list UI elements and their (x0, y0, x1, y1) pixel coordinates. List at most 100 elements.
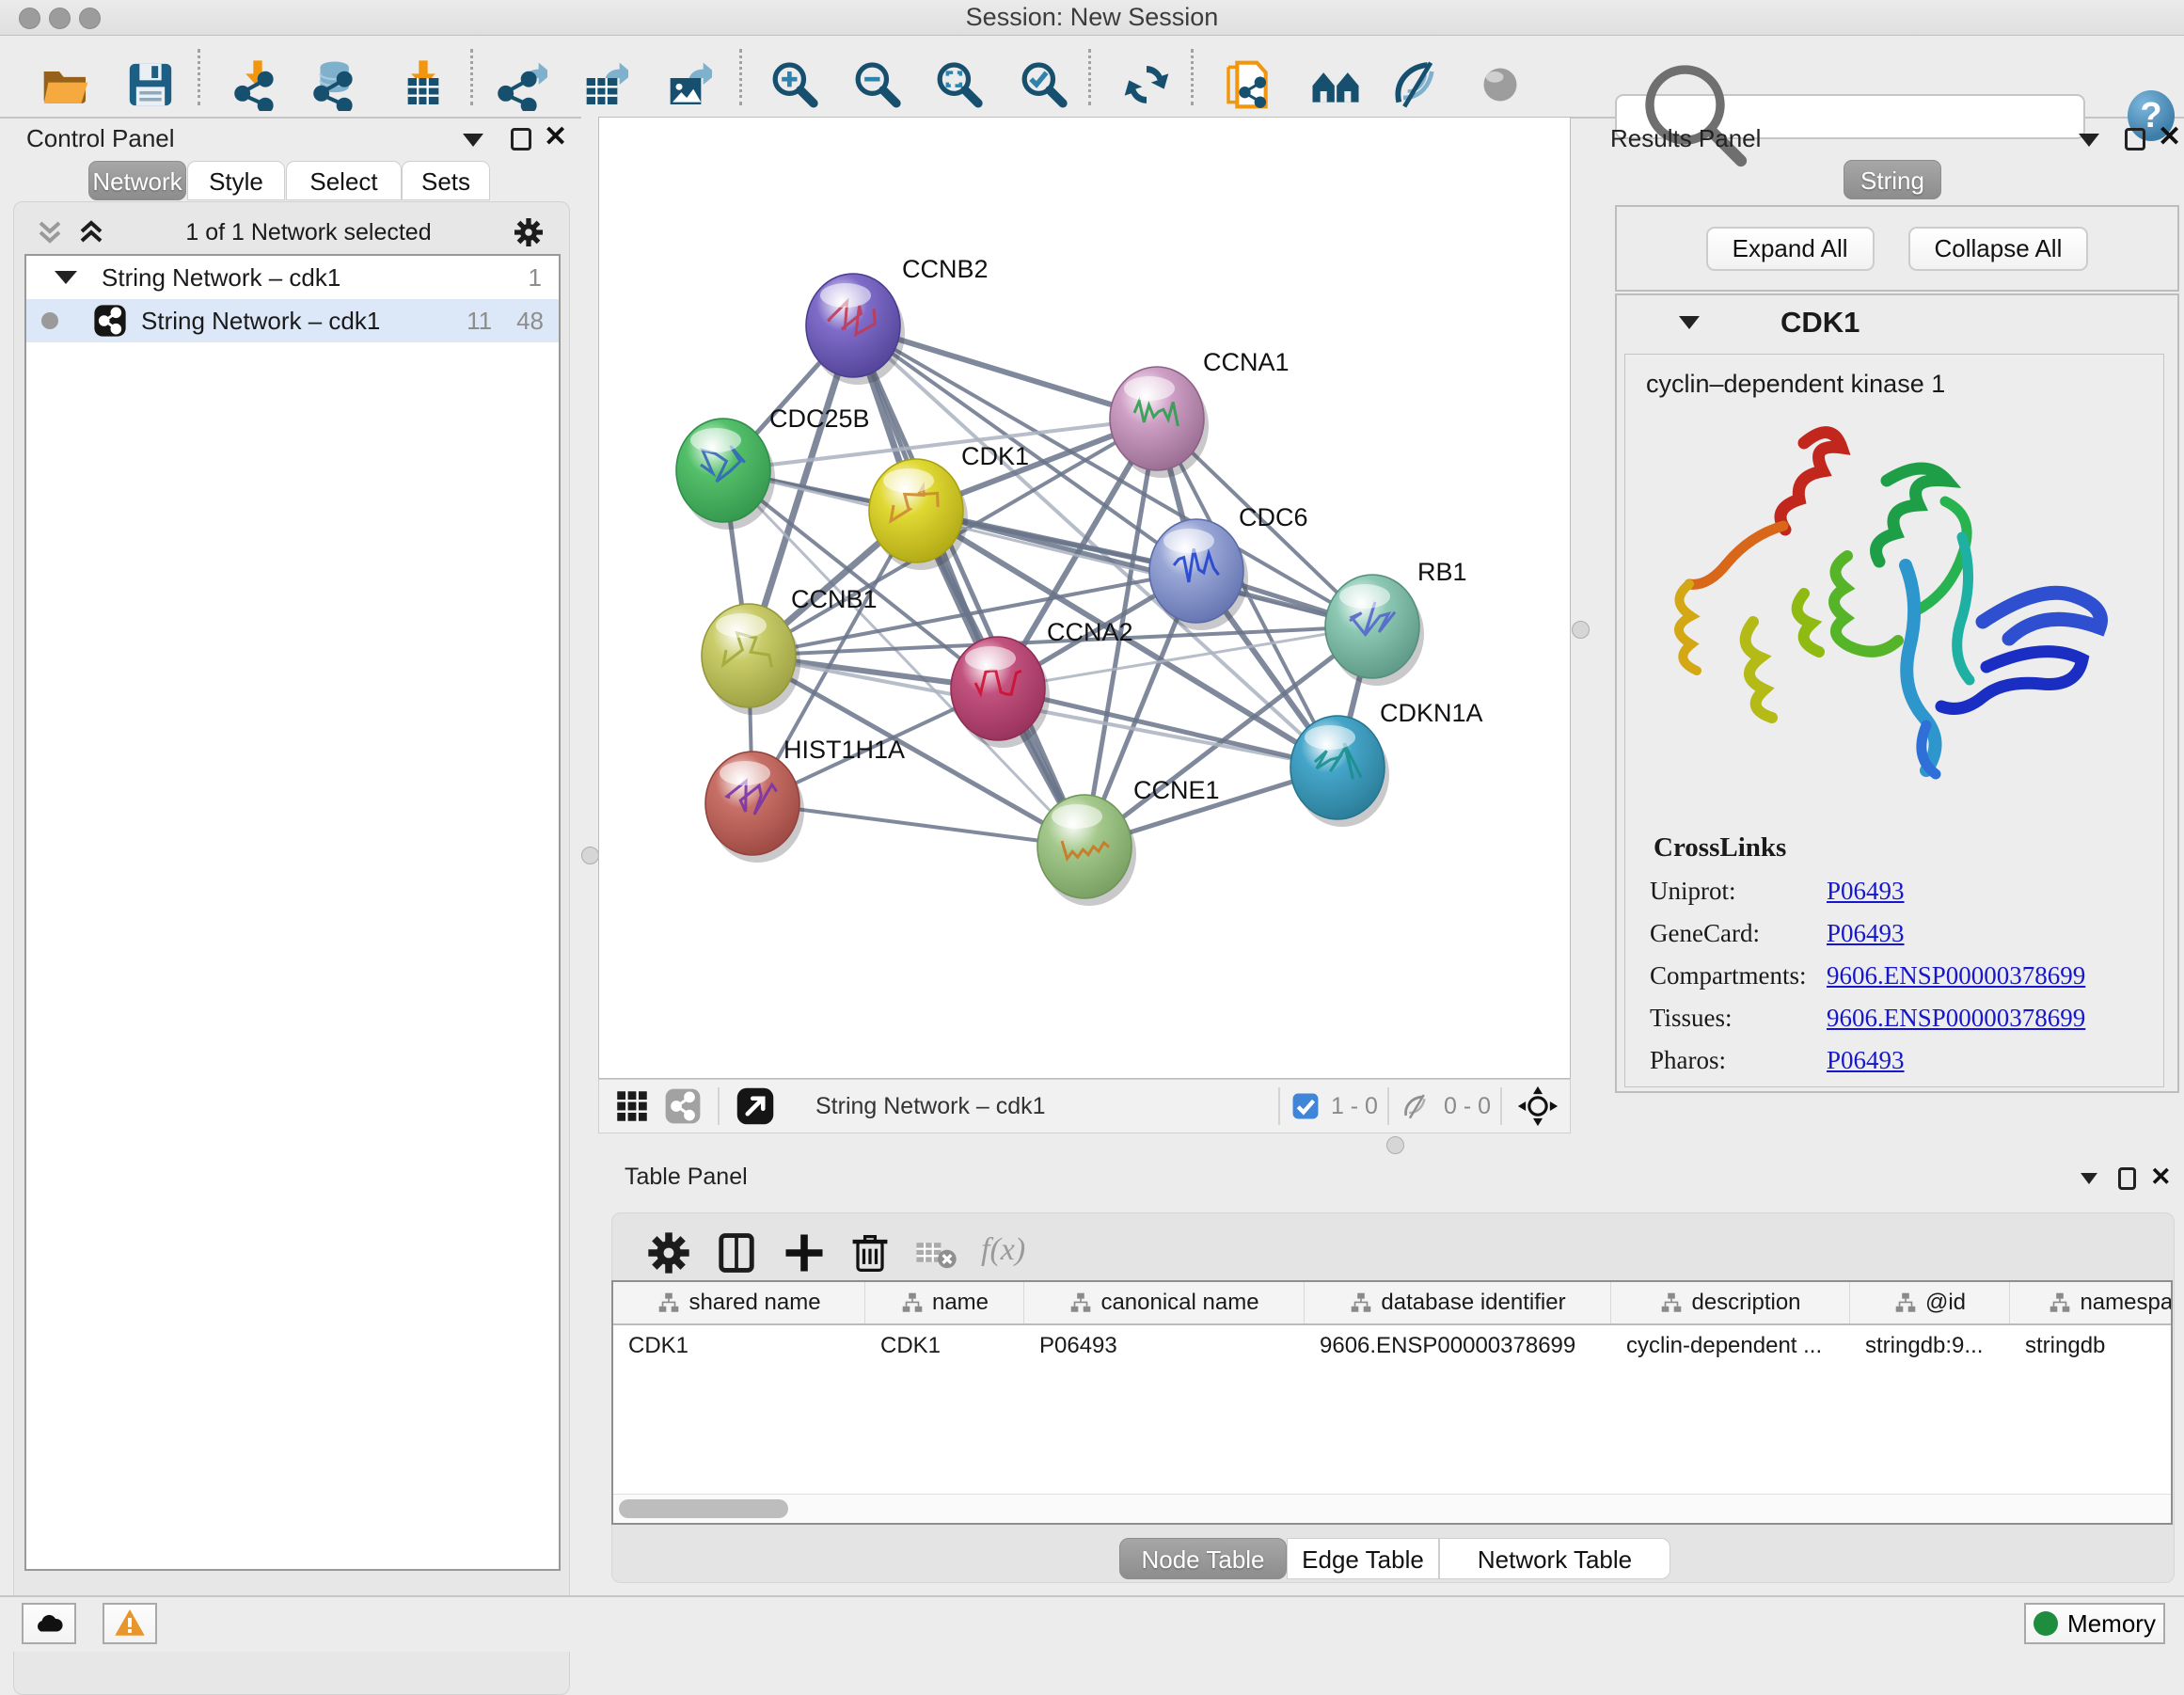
network-node-CDC6[interactable]: CDC6 (1149, 503, 1308, 630)
splitter-handle[interactable] (581, 847, 599, 864)
tab-sets[interactable]: Sets (402, 161, 490, 200)
network-node-CDKN1A[interactable]: CDKN1A (1290, 699, 1483, 827)
fit-content-button[interactable] (1517, 1085, 1559, 1127)
zoom-in-button[interactable] (766, 56, 822, 113)
scrollbar-thumb[interactable] (619, 1499, 788, 1518)
home-button[interactable] (1307, 56, 1364, 113)
tree-expander-icon[interactable] (55, 271, 77, 284)
cloud-status-button[interactable] (22, 1603, 76, 1644)
show-columns-button[interactable] (712, 1228, 761, 1277)
tab-network-table[interactable]: Network Table (1439, 1538, 1670, 1579)
table-cell[interactable]: stringdb (2010, 1325, 2173, 1367)
warnings-button[interactable] (103, 1603, 157, 1644)
table-row[interactable]: CDK1CDK1P064939606.ENSP00000378699cyclin… (613, 1325, 2171, 1367)
column-header-shared-name[interactable]: shared name (613, 1282, 865, 1323)
table-cell[interactable]: P06493 (1024, 1325, 1305, 1367)
table-cell[interactable]: 9606.ENSP00000378699 (1305, 1325, 1611, 1367)
network-node-HIST1H1A[interactable]: HIST1H1A (705, 736, 905, 863)
tab-style[interactable]: Style (187, 161, 285, 200)
show-hidden-button[interactable] (1472, 56, 1528, 113)
import-table-file-button[interactable] (395, 56, 451, 113)
column-header-description[interactable]: description (1611, 1282, 1850, 1323)
export-image-button[interactable] (657, 56, 714, 113)
splitter-handle[interactable] (1572, 621, 1590, 639)
panel-float-icon[interactable] (2118, 1167, 2136, 1190)
table-cell[interactable]: stringdb:9... (1850, 1325, 2010, 1367)
crosslink-link[interactable]: P06493 (1827, 1046, 1905, 1075)
network-canvas[interactable]: CCNB2 CCNA1 CDC25B CDK1 CDC6 RB1 CCNB1 (598, 117, 1571, 1079)
panel-menu-caret-icon[interactable] (2079, 134, 2099, 147)
collapse-all-button[interactable]: Collapse All (1908, 227, 2089, 271)
crosslink-row: Tissues:9606.ENSP00000378699 (1625, 1004, 2163, 1033)
table-settings-button[interactable] (644, 1228, 693, 1277)
grid-view-button[interactable] (612, 1086, 652, 1126)
save-session-button[interactable] (122, 56, 179, 113)
crosslink-link[interactable]: P06493 (1827, 877, 1905, 906)
expand-all-button[interactable]: Expand All (1706, 227, 1875, 271)
impdb-icon (310, 58, 363, 111)
crosslink-link[interactable]: P06493 (1827, 919, 1905, 948)
expand-all-chevron-icon[interactable] (77, 217, 105, 247)
table-cell[interactable]: cyclin-dependent ... (1611, 1325, 1850, 1367)
tab-edge-table[interactable]: Edge Table (1287, 1538, 1439, 1579)
tab-node-table[interactable]: Node Table (1119, 1538, 1287, 1579)
string-view-button[interactable] (663, 1086, 703, 1126)
control-panel: Control Panel ✕ NetworkStyleSelectSets 1… (0, 117, 581, 1595)
panel-float-icon[interactable] (2125, 128, 2145, 150)
add-column-button[interactable] (780, 1228, 829, 1277)
column-header-database-identifier[interactable]: database identifier (1305, 1282, 1611, 1323)
section-expander-icon[interactable] (1679, 316, 1700, 329)
network-row[interactable]: String Network – cdk1 11 48 (26, 299, 559, 342)
network-edge[interactable] (853, 325, 1084, 847)
tab-network[interactable]: Network (88, 161, 186, 200)
network-node-RB1[interactable]: RB1 (1325, 558, 1467, 686)
delete-column-button[interactable] (846, 1228, 894, 1277)
window-minimize-button[interactable] (49, 8, 71, 29)
crosslink-link[interactable]: 9606.ENSP00000378699 (1827, 1004, 2085, 1033)
panel-close-icon[interactable]: ✕ (2158, 126, 2181, 149)
import-network-file-button[interactable] (229, 56, 286, 113)
splitter-handle[interactable] (1386, 1136, 1404, 1154)
open-session-button[interactable] (38, 56, 94, 113)
panel-menu-caret-icon[interactable] (2081, 1173, 2097, 1184)
clone-network-button[interactable] (1220, 56, 1276, 113)
collapse-all-chevron-icon[interactable] (36, 217, 64, 247)
column-header-namespace[interactable]: namespace (2010, 1282, 2173, 1323)
hidden-eye-icon[interactable] (1399, 1090, 1434, 1122)
import-network-database-button[interactable] (309, 56, 365, 113)
zoom-out-button[interactable] (848, 56, 905, 113)
selected-checkbox-icon[interactable] (1290, 1090, 1321, 1122)
window-zoom-button[interactable] (79, 8, 101, 29)
horizontal-scrollbar[interactable] (613, 1494, 2171, 1523)
panel-close-icon[interactable]: ✕ (2150, 1165, 2172, 1188)
table-cell[interactable]: CDK1 (613, 1325, 865, 1367)
network-collection-row[interactable]: String Network – cdk1 1 (26, 256, 559, 299)
zoom-fit-button[interactable] (930, 56, 987, 113)
tab-string[interactable]: String (1844, 160, 1941, 199)
birdseye-toggle-button[interactable] (735, 1085, 776, 1127)
refresh-view-button[interactable] (1118, 56, 1175, 113)
export-table-button[interactable] (574, 56, 630, 113)
table-cell[interactable]: CDK1 (865, 1325, 1024, 1367)
panel-menu-caret-icon[interactable] (463, 134, 483, 147)
tree-icon (1659, 1291, 1684, 1315)
crosslink-row: Pharos:P06493 (1625, 1046, 2163, 1075)
tab-select[interactable]: Select (286, 161, 402, 200)
node-label: CCNB2 (902, 255, 989, 283)
column-header-name[interactable]: name (865, 1282, 1024, 1323)
network-node-CCNE1[interactable]: CCNE1 (1037, 776, 1220, 906)
zoom-selected-button[interactable] (1015, 56, 1071, 113)
panel-close-icon[interactable]: ✕ (544, 126, 567, 149)
left-splitter[interactable] (581, 117, 598, 1595)
panel-float-icon[interactable] (511, 128, 531, 150)
hide-selected-button[interactable] (1388, 56, 1445, 113)
column-header-@id[interactable]: @id (1850, 1282, 2010, 1323)
crosslink-link[interactable]: 9606.ENSP00000378699 (1827, 961, 2085, 990)
window-close-button[interactable] (19, 8, 40, 29)
delete-table-button (911, 1228, 960, 1277)
gene-section-header[interactable]: CDK1 (1617, 295, 2177, 350)
export-network-button[interactable] (493, 56, 549, 113)
network-options-gear-icon[interactable] (512, 215, 546, 249)
memory-button[interactable]: Memory (2024, 1603, 2165, 1644)
column-header-canonical-name[interactable]: canonical name (1024, 1282, 1305, 1323)
